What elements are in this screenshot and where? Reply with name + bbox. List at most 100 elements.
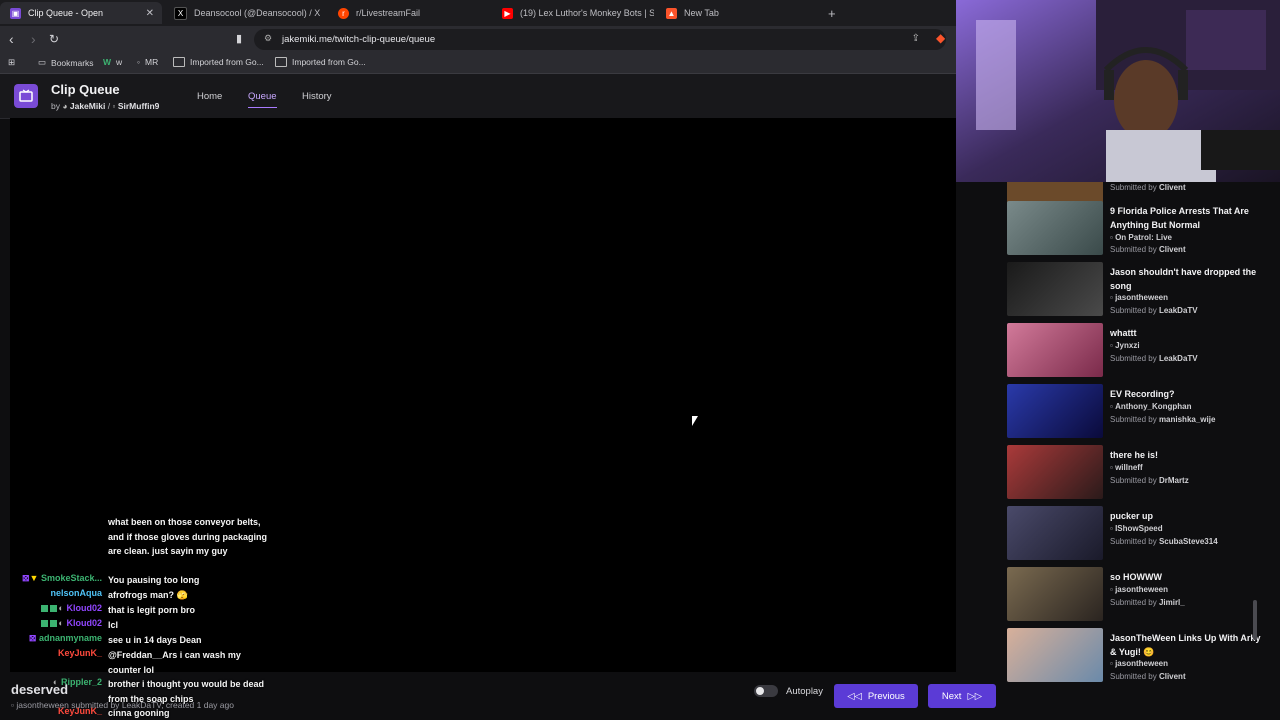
queue-submitted: Submitted by Clivent [1110,245,1186,254]
username-text: SmokeStack... [40,573,102,583]
clip-thumbnail [1007,323,1103,377]
bookmark-imported-2[interactable]: Imported from Go... [275,57,366,67]
bookmark-w[interactable]: Ww [103,57,122,67]
queue-item[interactable]: JasonTheWeen Links Up With Arky & Yugi! … [1007,628,1275,686]
submitter-name: LeakDaTV [121,700,162,710]
chat-text: that is legit porn bro [108,605,195,615]
forward-icon[interactable]: › [31,31,36,47]
tab-x[interactable]: X Deansocool (@Deansocool) / X [164,2,326,24]
mouse-cursor-icon [692,416,698,426]
previous-button[interactable]: ◁◁ Previous [834,684,918,708]
bookmarks-folder[interactable]: ▭ Bookmarks [38,57,94,68]
bookmark-imported-1[interactable]: Imported from Go... [173,57,264,67]
queue-submitted: Submitted by manishka_wije [1110,415,1216,424]
badge-icon [49,605,57,613]
queue-submitted: Submitted by LeakDaTV [1110,354,1198,363]
queue-channel: ▫ jasontheween [1110,293,1168,302]
next-label: Next [941,690,962,702]
chat-username: ⊠▼ SmokeStack... [22,573,102,584]
clip-title: deserved [11,682,69,697]
bookmark-mr[interactable]: ◦ MR [137,57,158,67]
mr-icon: ◦ [137,57,141,67]
autoplay-toggle[interactable] [754,685,778,697]
close-icon[interactable]: ✕ [146,8,154,19]
clip-thumbnail [1007,567,1103,621]
queue-submitted: Submitted by LeakDaTV [1110,306,1198,315]
queue-channel: ▫ jasontheween [1110,659,1168,668]
bookmark-label: Imported from Go... [292,57,366,67]
chat-text: see u in 14 days Dean [108,635,202,645]
next-button[interactable]: Next ▷▷ [928,684,996,708]
channel-name[interactable]: jasontheween [16,700,68,710]
tab-youtube[interactable]: ▶ (19) Lex Luthor's Monkey Bots | SUPE [492,2,654,24]
queue-item[interactable]: EV Recording? ▫ Anthony_Kongphan Submitt… [1007,384,1275,442]
username-text: Kloud02 [66,618,102,628]
chat-text: You pausing too long [108,575,200,585]
queue-item[interactable]: pucker up ▫ IShowSpeed Submitted by Scub… [1007,506,1275,564]
author-link[interactable]: JakeMiki [70,101,105,111]
bookmark-label: MR [145,57,159,67]
badge-icon [40,605,48,613]
address-bar[interactable]: ⚙ jakemiki.me/twitch-clip-queue/queue ⇪ [254,29,946,50]
username-text: Kloud02 [66,603,102,613]
clip-thumbnail [1007,201,1103,255]
back-icon[interactable]: ‹ [9,31,14,47]
queue-title: pucker up [1110,511,1154,521]
channel-icon: ▫ [1110,585,1113,594]
queue-scrollbar[interactable] [1253,600,1257,640]
tab-label: Deansocool (@Deansocool) / X [194,8,321,18]
tab-reddit[interactable]: r r/LivestreamFail [328,2,490,24]
badge-icon [49,620,57,628]
queue-title: there he is! [1110,450,1159,460]
tab-clip-queue[interactable]: ▣ Clip Queue - Open ✕ [0,2,162,24]
nav-queue[interactable]: Queue [248,91,277,108]
skip-forward-icon: ▷▷ [967,690,983,702]
streamer-webcam [956,0,1280,182]
queue-channel: ▫ Anthony_Kongphan [1110,402,1192,411]
chat-text: what been on those conveyor belts, and i… [108,518,268,556]
brave-shield-icon[interactable]: ◆ [936,31,945,45]
tab-new-tab[interactable]: ▲ New Tab [656,2,818,24]
youtube-icon: ▶ [502,7,513,19]
share-icon[interactable]: ⇪ [912,33,920,44]
new-tab-button[interactable]: + [828,6,836,21]
queue-channel: ▫ Jynxzi [1110,341,1140,350]
channel-icon: ▫ [1110,463,1113,472]
chat-username: ◐ Kloud02 [40,618,102,628]
app-byline: by ◕ JakeMiki / ▫ SirMuffin9 [51,101,159,111]
clip-thumbnail [1007,262,1103,316]
queue-submitted: Submitted by ScubaSteve314 [1110,537,1218,546]
chat-text: @Freddan__Ars i can wash my counter lol [108,650,241,675]
nav-history[interactable]: History [302,91,332,102]
queue-item[interactable]: Jason shouldn't have dropped the song ▫ … [1007,262,1275,320]
webcam-image [956,0,1280,182]
queue-channel: ▫ IShowSpeed [1110,524,1163,533]
skip-back-icon: ◁◁ [847,690,862,702]
nav-home[interactable]: Home [197,91,222,102]
reddit-icon: r [338,7,349,19]
queue-item[interactable]: 9 Florida Police Arrests That Are Anythi… [1007,201,1275,259]
queue-item[interactable]: so HOWWW ▫ jasontheween Submitted by Jim… [1007,567,1275,625]
clip-queue-logo-icon[interactable] [14,84,38,108]
queue-submitted: Submitted by Clivent [1110,183,1186,192]
queue-item[interactable]: whattt ▫ Jynxzi Submitted by LeakDaTV [1007,323,1275,381]
clip-thumbnail [1007,628,1103,682]
bookmark-label: w [116,57,123,67]
badge-icon: ⊠ [28,633,37,643]
queue-title: EV Recording? [1110,389,1175,399]
queue-item[interactable]: there he is! ▫ willneff Submitted by DrM… [1007,445,1275,503]
by-label: by [51,101,60,111]
queue-title: 9 Florida Police Arrests That Are Anythi… [1110,206,1249,230]
channel-icon: ▫ [1110,402,1113,411]
site-info-icon[interactable]: ⚙ [264,33,272,44]
apps-icon[interactable]: ⊞ [8,57,15,68]
author-link[interactable]: SirMuffin9 [118,101,160,111]
clip-meta: ▫ jasontheween submitted by LeakDaTV, cr… [11,700,234,710]
bookmark-icon[interactable]: ▮ [236,32,242,45]
queue-submitted: Submitted by DrMartz [1110,476,1189,485]
url-text[interactable]: jakemiki.me/twitch-clip-queue/queue [282,34,435,45]
separator: / [107,101,111,111]
reload-icon[interactable]: ↻ [49,32,59,46]
clip-thumbnail [1007,506,1103,560]
app-title: Clip Queue [51,82,120,97]
